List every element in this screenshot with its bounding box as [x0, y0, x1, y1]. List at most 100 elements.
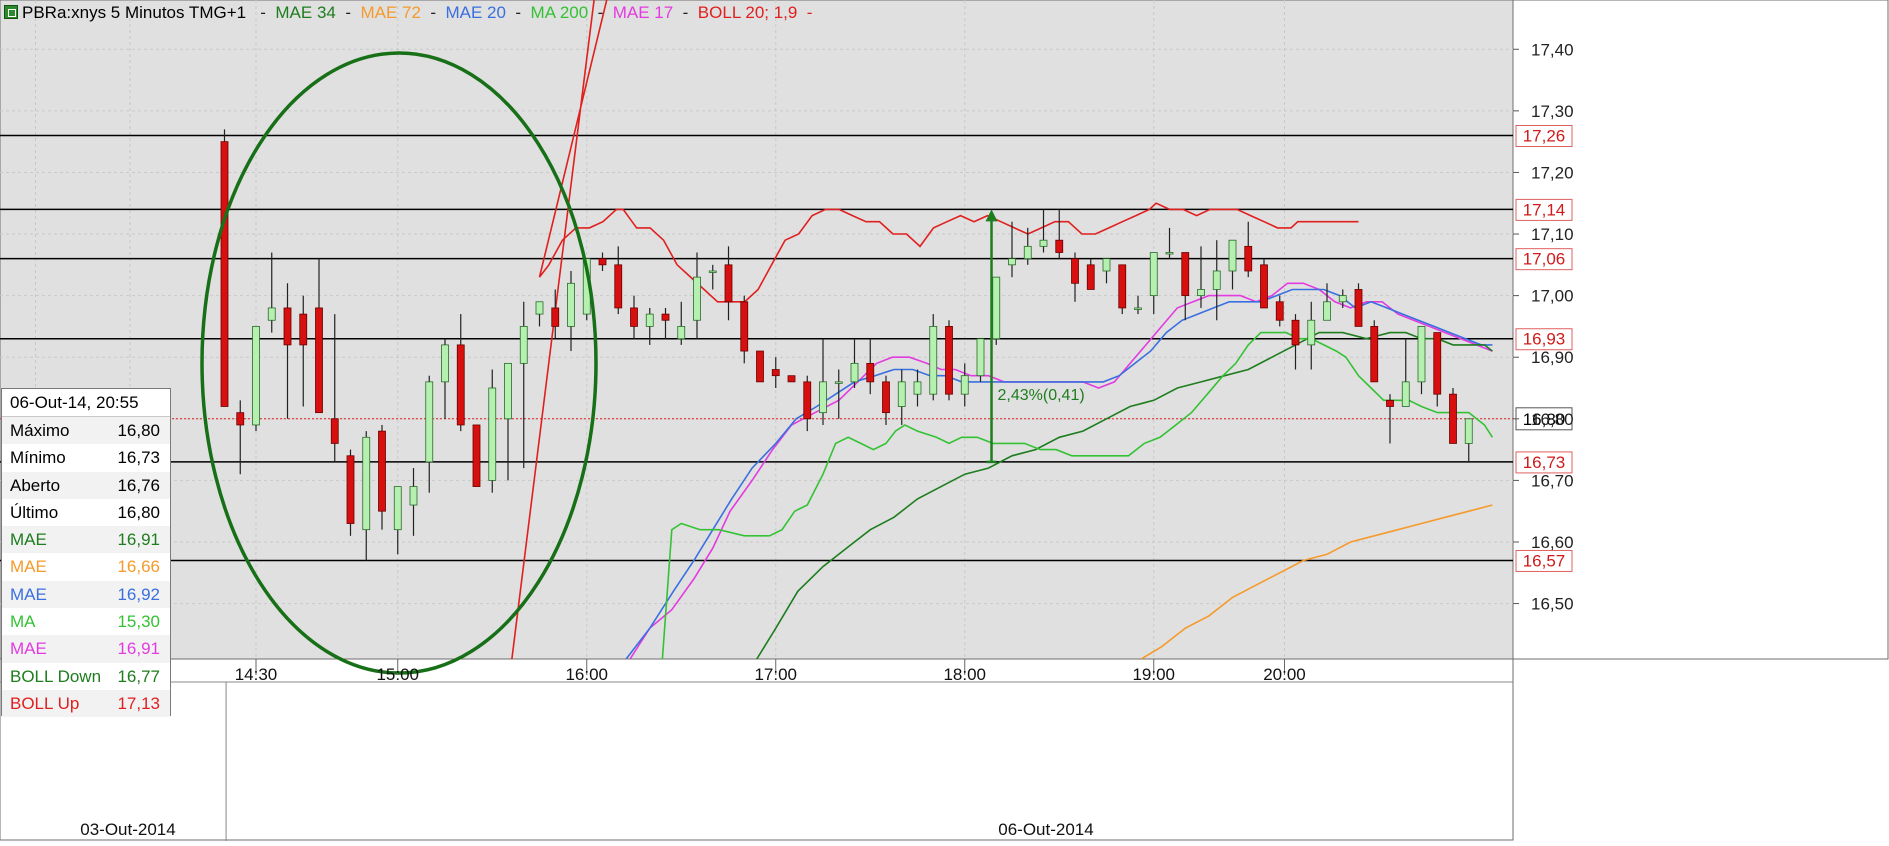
- candle-body: [1102, 258, 1111, 272]
- candle-body: [315, 307, 323, 414]
- y-tick-label: 17,30: [1531, 102, 1574, 121]
- candle-body: [472, 424, 481, 487]
- legend-item: MAE 34: [275, 3, 336, 22]
- candle-body: [1181, 252, 1190, 297]
- x-tick-label: 15:00: [376, 665, 419, 684]
- data-window-row: Máximo 16,80: [2, 417, 170, 445]
- data-window-label: BOLL Down: [10, 666, 102, 686]
- candle-body: [1134, 307, 1142, 310]
- data-window-label: Máximo: [10, 421, 70, 440]
- data-window-row: BOLL Up 17,13: [2, 689, 170, 718]
- legend-separator: -: [673, 3, 698, 22]
- y-tick-label: 16,50: [1531, 595, 1574, 614]
- legend-item: MAE 20: [445, 3, 506, 22]
- data-window-value: 16,77: [117, 666, 160, 686]
- data-window-row: Mínimo 16,73: [2, 444, 170, 471]
- data-window-value: 16,76: [117, 475, 160, 495]
- legend-separator: -: [797, 3, 813, 22]
- data-window-value: 16,91: [117, 639, 160, 659]
- date-label-left: 03-Out-2014: [80, 820, 175, 839]
- candle-body: [708, 270, 717, 273]
- candle-body: [882, 381, 890, 414]
- candle-body: [1212, 270, 1221, 290]
- data-window-label: Aberto: [10, 475, 61, 495]
- data-window-label: MAE: [10, 584, 47, 604]
- candle-body: [220, 141, 229, 407]
- candle-body: [992, 276, 1001, 340]
- candle-body: [866, 362, 875, 383]
- candle-body: [614, 264, 623, 309]
- symbol-label: PBRa:xnys 5 Minutos TMG+1: [22, 3, 247, 22]
- candle-body: [771, 369, 780, 377]
- candle-body: [1370, 326, 1379, 383]
- candle-body: [362, 436, 371, 531]
- candle-body: [1244, 245, 1253, 272]
- candle-body: [1228, 239, 1237, 272]
- legend-item: MAE 17: [612, 3, 674, 22]
- level-price-label: 17,06: [1523, 250, 1566, 269]
- y-tick-label: 17,10: [1531, 225, 1574, 244]
- candle-body: [598, 258, 607, 266]
- candle-body: [913, 381, 922, 395]
- data-window-row: Aberto 16,76: [2, 471, 170, 499]
- level-price-label: 16,93: [1523, 330, 1566, 349]
- candle-body: [1354, 289, 1363, 327]
- candle-body: [630, 307, 638, 327]
- candle-body: [819, 381, 827, 414]
- candle-body: [378, 430, 386, 512]
- candle-body: [1165, 252, 1174, 255]
- candle-body: [1449, 393, 1457, 444]
- candle-body: [504, 362, 512, 420]
- data-window-value: 16,91: [117, 530, 160, 550]
- candle-body: [1197, 289, 1205, 297]
- x-tick-label: 14:30: [235, 665, 278, 684]
- level-price-label: 17,14: [1523, 200, 1566, 219]
- candle-body: [1008, 258, 1016, 266]
- candle-body: [1401, 381, 1410, 407]
- candle-body: [1086, 264, 1095, 290]
- level-price-label: 17,26: [1523, 126, 1566, 145]
- chart-logo-icon: [4, 5, 18, 19]
- data-window-value: 16,66: [117, 557, 160, 577]
- measure-annotation-label: 2,43%(0,41): [998, 387, 1085, 404]
- candle-body: [1023, 245, 1032, 260]
- candle-body: [519, 326, 528, 364]
- candle-body: [834, 381, 843, 384]
- candle-body: [1417, 326, 1426, 383]
- candle-body: [850, 362, 859, 383]
- date-label-right: 06-Out-2014: [998, 820, 1093, 839]
- candle-body: [236, 412, 245, 426]
- y-tick-label: 17,00: [1531, 287, 1574, 306]
- candle-body: [929, 326, 938, 395]
- data-window-label: MAE: [10, 557, 47, 577]
- legend-separator: -: [250, 3, 276, 22]
- y-tick-label: 16,60: [1531, 533, 1574, 552]
- candle-body: [1464, 418, 1473, 444]
- candle-body: [1275, 301, 1284, 321]
- candle-body: [976, 338, 985, 377]
- x-tick-label: 16:00: [565, 665, 608, 684]
- candle-body: [645, 313, 654, 327]
- data-window-timestamp: 06-Out-14, 20:55: [2, 389, 170, 417]
- candle-body: [393, 486, 402, 531]
- data-window-label: Último: [10, 502, 59, 522]
- candle-body: [677, 326, 686, 340]
- candle-body: [441, 344, 449, 383]
- candle-body: [283, 307, 292, 346]
- candle-body: [456, 344, 465, 426]
- candle-body: [960, 375, 969, 395]
- candle-body: [724, 264, 733, 303]
- candle-body: [1338, 295, 1347, 303]
- candle-body: [346, 455, 355, 524]
- candle-body: [1118, 264, 1127, 309]
- candle-body: [945, 326, 953, 395]
- y-tick-label: 16,90: [1531, 348, 1574, 367]
- y-tick-label: 17,40: [1531, 40, 1574, 59]
- legend-item: MAE 72: [360, 3, 421, 22]
- y-tick-label: 17,20: [1531, 163, 1574, 182]
- candle-body: [330, 418, 339, 444]
- legend-item: MA 200: [530, 3, 589, 22]
- data-window-label: MAE: [10, 530, 47, 550]
- data-window-label: BOLL Up: [10, 693, 80, 713]
- legend-item: BOLL 20; 1,9: [697, 3, 798, 22]
